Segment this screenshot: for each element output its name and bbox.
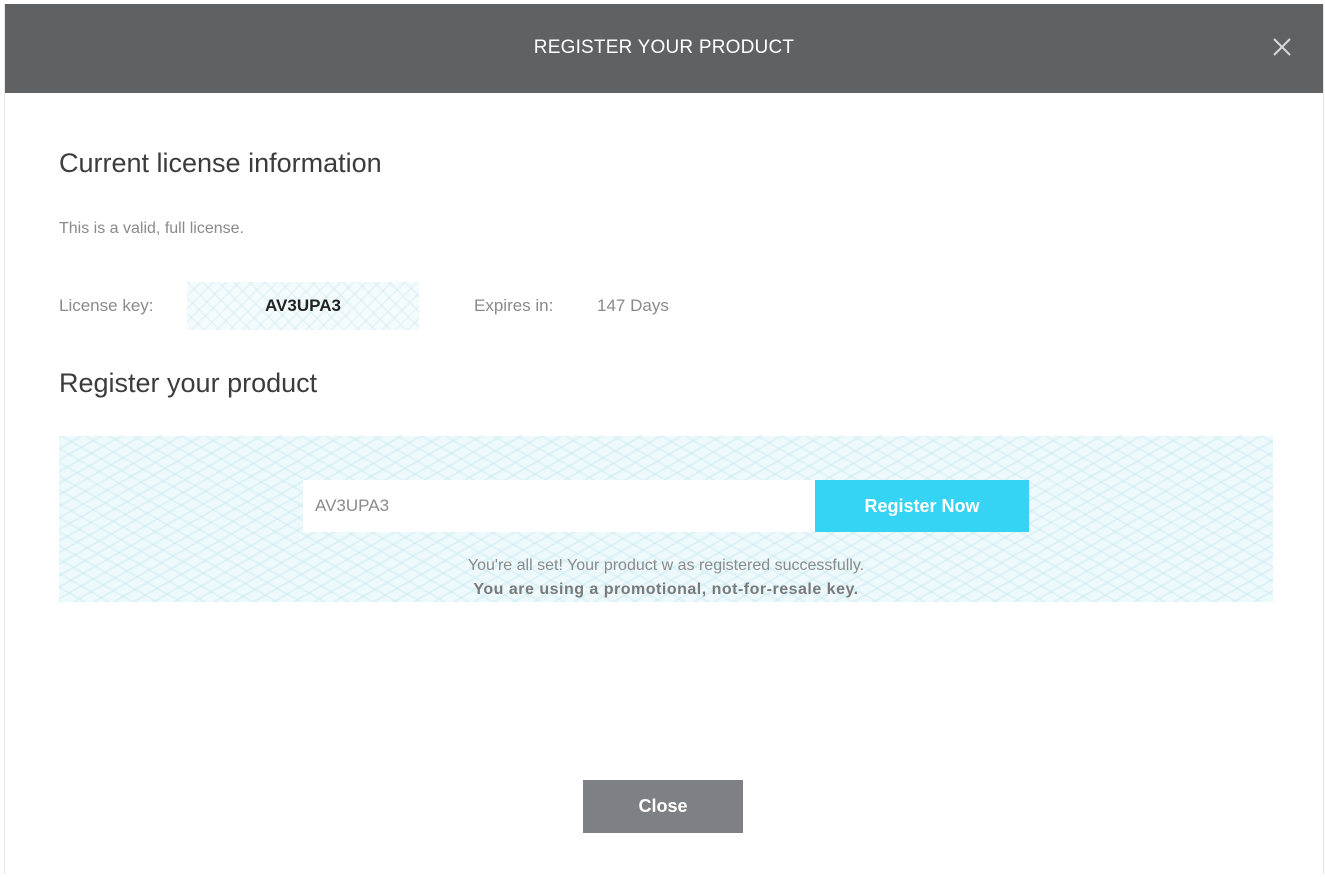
close-icon[interactable]	[1269, 34, 1295, 60]
expires-label: Expires in:	[474, 296, 554, 315]
license-status-text: This is a valid, full license.	[59, 220, 244, 237]
promo-key-message: You are using a promotional, not-for-res…	[473, 581, 859, 598]
license-info-heading: Current license information	[59, 148, 382, 178]
register-dialog: REGISTER YOUR PRODUCT Current license in…	[4, 4, 1324, 874]
expires-value: 147 Days	[597, 296, 669, 315]
close-button[interactable]: Close	[583, 780, 743, 833]
register-panel: Register Now You're all set! Your produc…	[59, 436, 1273, 602]
success-message: You're all set! Your product w as regist…	[467, 557, 865, 574]
license-key-input[interactable]	[303, 480, 815, 532]
register-now-button[interactable]: Register Now	[815, 480, 1029, 532]
license-key-box: AV3UPA3	[187, 282, 419, 330]
license-key-label: License key:	[59, 296, 154, 315]
dialog-titlebar: REGISTER YOUR PRODUCT	[5, 4, 1323, 93]
license-key-value: AV3UPA3	[265, 296, 341, 315]
dialog-title: REGISTER YOUR PRODUCT	[533, 37, 795, 58]
register-heading: Register your product	[59, 368, 318, 398]
registration-message: You're all set! Your product w as regist…	[59, 554, 1273, 602]
